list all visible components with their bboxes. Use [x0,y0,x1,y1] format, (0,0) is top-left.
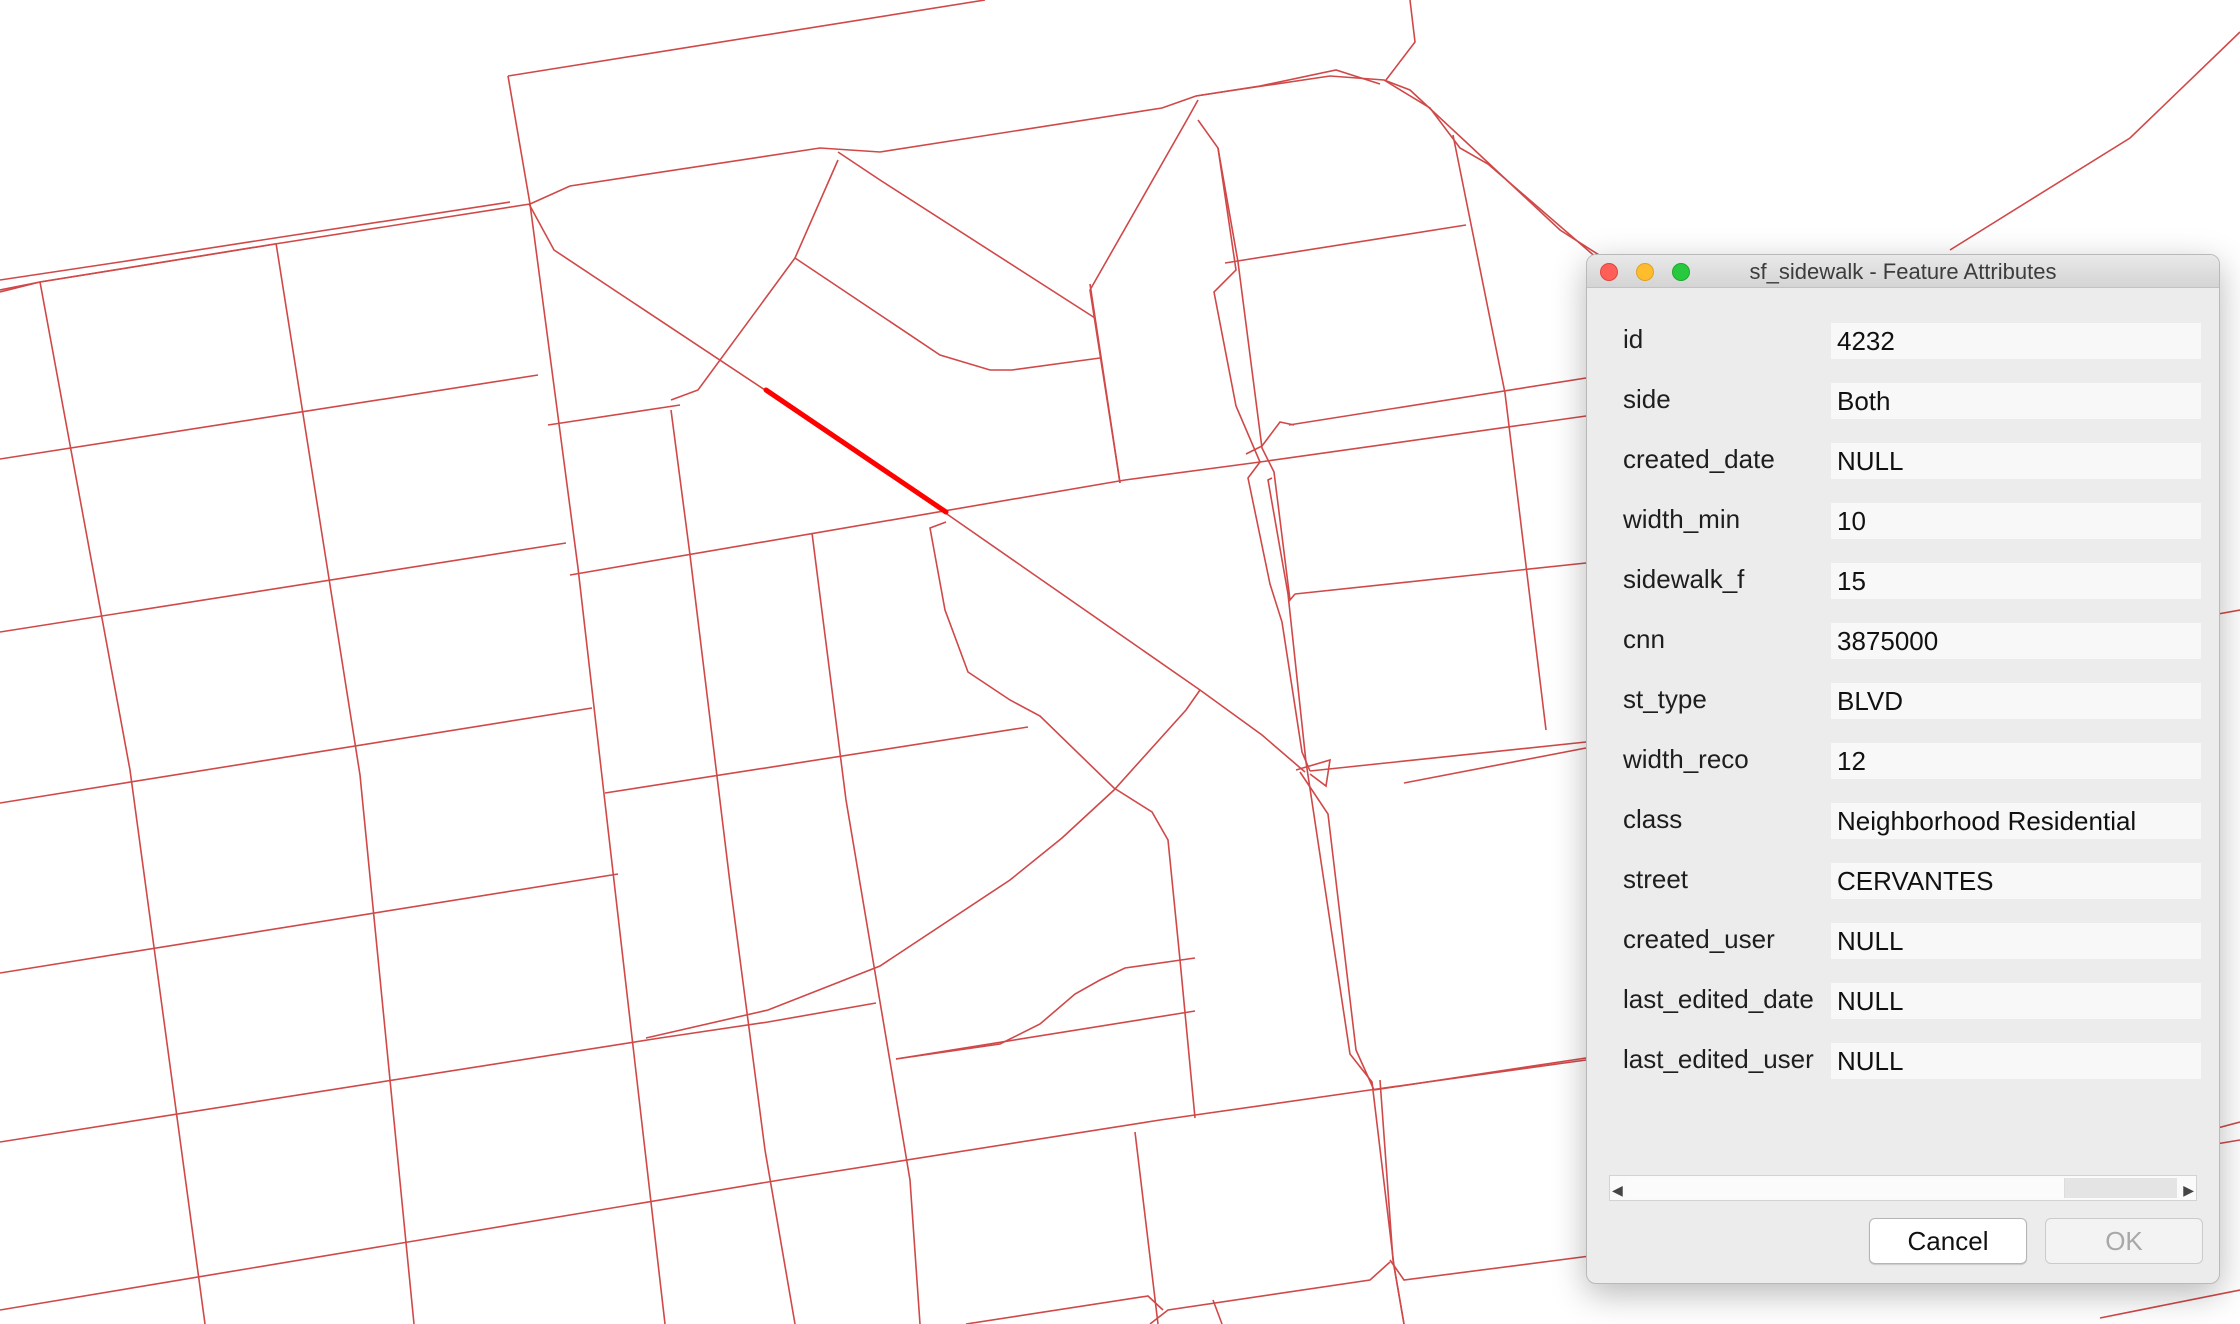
sidewalk-segment[interactable] [794,257,1101,371]
field-value-last-edited-date[interactable]: NULL [1831,983,2201,1019]
sidewalk-segment[interactable] [1389,1255,1591,1281]
sidewalk-segment[interactable] [943,511,1306,773]
field-label: last_edited_date [1623,984,1814,1014]
sidewalk-segment[interactable] [929,521,1196,1119]
sidewalk-segment[interactable] [0,374,539,460]
attribute-row-last-edited-user: last_edited_user NULL [1587,1035,2219,1095]
attribute-row-width-min: width_min 10 [1587,495,2219,555]
sidewalk-segment[interactable] [1149,1261,1391,1324]
field-label: width_min [1623,504,1741,534]
sidewalk-segment[interactable] [39,281,206,1324]
sidewalk-segment[interactable] [1245,421,1295,455]
sidewalk-segment[interactable] [895,957,1196,1060]
sidewalk-segment[interactable] [811,532,921,1324]
field-value-created-user[interactable]: NULL [1831,923,2201,959]
sidewalk-segment[interactable] [1383,79,1611,263]
sidewalk-segment[interactable] [604,726,1029,794]
scrollbar-track[interactable] [2065,1178,2177,1198]
field-value-created-date[interactable]: NULL [1831,443,2201,479]
attribute-row-created-date: created_date NULL [1587,435,2219,495]
field-label: created_date [1623,444,1775,474]
attribute-row-last-edited-date: last_edited_date NULL [1587,975,2219,1035]
attribute-row-street: street CERVANTES [1587,855,2219,915]
field-label: width_reco [1623,744,1749,774]
field-value-width-reco[interactable]: 12 [1831,743,2201,779]
field-value-last-edited-user[interactable]: NULL [1831,1043,2201,1079]
field-value-id[interactable]: 4232 [1831,323,2201,359]
field-label: class [1623,804,1683,834]
sidewalk-segment[interactable] [1195,75,1621,279]
field-value-st-type[interactable]: BLVD [1831,683,2201,719]
field-value-sidewalk-f[interactable]: 15 [1831,563,2201,599]
sidewalk-segment[interactable] [670,159,839,401]
field-label: id [1623,324,1644,354]
field-value-width-min[interactable]: 10 [1831,503,2201,539]
selected-sidewalk-segment[interactable] [763,387,949,515]
field-value-cnn[interactable]: 3875000 [1831,623,2201,659]
field-label: cnn [1623,624,1665,654]
sidewalk-segment[interactable] [0,873,619,974]
sidewalk-segment[interactable] [1267,477,1405,1324]
feature-attributes-dialog: sf_sidewalk - Feature Attributes id 4232… [1586,254,2220,1284]
sidewalk-segment[interactable] [1089,99,1199,484]
sidewalk-segment[interactable] [1224,224,1467,264]
field-value-class[interactable]: Neighborhood Residential [1831,803,2201,839]
sidewalk-segment[interactable] [2217,609,2240,615]
ok-button[interactable]: OK [2045,1218,2203,1264]
field-value-street[interactable]: CERVANTES [1831,863,2201,899]
scroll-left-arrow-icon[interactable]: ◀ [1612,1182,1623,1199]
sidewalk-segment[interactable] [0,542,567,633]
field-value-side[interactable]: Both [1831,383,2201,419]
horizontal-scrollbar[interactable]: ◀ ▶ [1609,1175,2197,1201]
sidewalk-segment[interactable] [1299,771,1375,1091]
field-label: street [1623,864,1689,894]
sidewalk-segment[interactable] [529,95,1197,205]
sidewalk-segment[interactable] [2099,1289,2240,1319]
sidewalk-segment[interactable] [569,415,1587,576]
sidewalk-segment[interactable] [1197,119,1311,772]
sidewalk-segment[interactable] [1949,31,2240,251]
field-label: sidewalk_f [1623,564,1745,594]
field-label: st_type [1623,684,1707,714]
sidewalk-segment[interactable] [1373,1057,1587,1091]
sidewalk-segment[interactable] [1134,1131,1159,1324]
scroll-right-arrow-icon[interactable]: ▶ [2183,1182,2194,1199]
sidewalk-segment[interactable] [645,689,1201,1039]
attribute-row-st-type: st_type BLVD [1587,675,2219,735]
scrollbar-thumb[interactable] [1626,1178,2065,1198]
field-label: last_edited_user [1623,1044,1814,1074]
attribute-form: id 4232 side Both created_date NULL widt… [1587,315,2219,1095]
dialog-title: sf_sidewalk - Feature Attributes [1749,259,2057,284]
attribute-row-width-reco: width_reco 12 [1587,735,2219,795]
attribute-row-class: class Neighborhood Residential [1587,795,2219,855]
field-label: side [1623,384,1671,414]
attribute-row-id: id 4232 [1587,315,2219,375]
attribute-row-cnn: cnn 3875000 [1587,615,2219,675]
sidewalk-segment[interactable] [0,203,531,293]
sidewalk-segment[interactable] [0,1059,1587,1311]
sidewalk-segment[interactable] [1294,562,1587,595]
sidewalk-segment[interactable] [547,404,681,426]
sidewalk-segment[interactable] [507,75,666,1324]
sidewalk-segment[interactable] [837,151,1096,319]
sidewalk-segment[interactable] [1288,377,1587,426]
sidewalk-segment[interactable] [1403,747,1587,784]
sidewalk-segment[interactable] [1379,1079,1405,1324]
sidewalk-segment[interactable] [528,203,766,391]
attribute-row-created-user: created_user NULL [1587,915,2219,975]
sidewalk-segment[interactable] [0,1002,877,1143]
field-label: created_user [1623,924,1775,954]
sidewalk-segment[interactable] [965,1295,1164,1324]
sidewalk-segment[interactable] [0,707,593,804]
dialog-titlebar[interactable]: sf_sidewalk - Feature Attributes [1587,255,2219,288]
sidewalk-segment[interactable] [1385,0,1416,81]
attribute-row-sidewalk-f: sidewalk_f 15 [1587,555,2219,615]
sidewalk-segment[interactable] [507,0,986,77]
cancel-button[interactable]: Cancel [1869,1218,2027,1264]
attribute-row-side: side Both [1587,375,2219,435]
sidewalk-segment[interactable] [0,201,511,281]
